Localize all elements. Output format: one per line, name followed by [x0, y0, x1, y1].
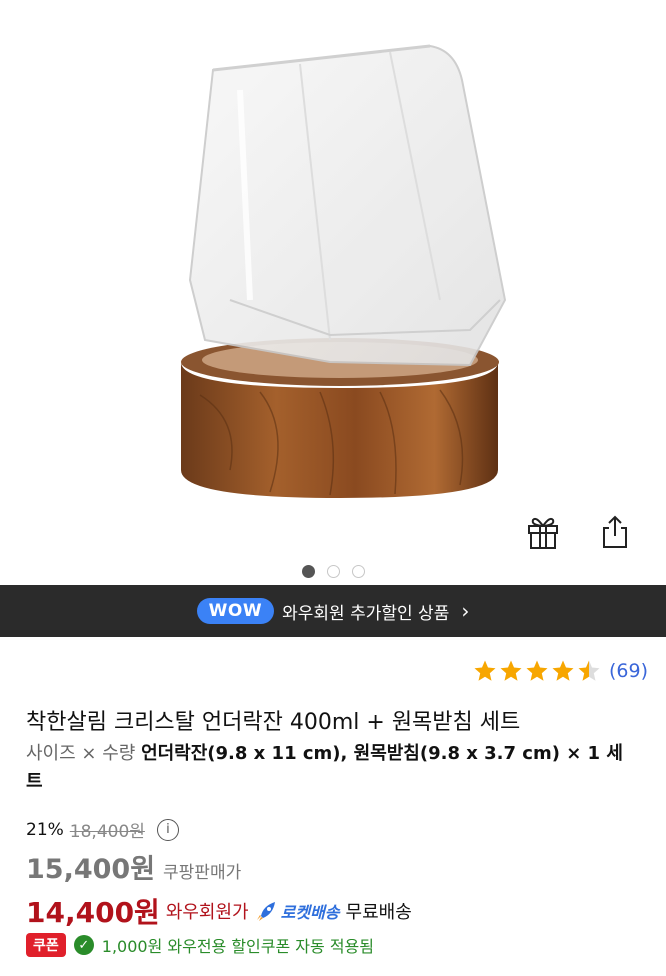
coupon-badge: 쿠폰	[26, 933, 66, 957]
wow-banner-text: 와우회원 추가할인 상품	[282, 603, 450, 624]
sale-price-row: 15,400원 쿠팡판매가	[26, 847, 241, 886]
wow-member-banner[interactable]: WOW 와우회원 추가할인 상품 ›	[0, 585, 666, 637]
product-title: 착한살림 크리스탈 언더락잔 400ml + 원목받침 세트	[26, 710, 521, 735]
rocket-delivery-badge: 로켓배송	[255, 899, 340, 923]
product-option[interactable]: 사이즈 × 수량 언더락잔(9.8 x 11 cm), 원목받침(9.8 x 3…	[26, 740, 636, 796]
coupon-text: 1,000원 와우전용 할인쿠폰 자동 적용됨	[101, 937, 374, 956]
carousel-dot[interactable]	[301, 565, 315, 578]
star-icon	[500, 660, 522, 681]
sale-price: 15,400원	[26, 854, 156, 885]
sale-price-label: 쿠팡판매가	[163, 863, 242, 883]
product-image	[181, 44, 507, 498]
rocket-delivery-label: 로켓배송	[280, 903, 340, 922]
check-icon: ✓	[73, 935, 94, 955]
coupon-row[interactable]: 쿠폰 ✓ 1,000원 와우전용 할인쿠폰 자동 적용됨	[26, 933, 374, 957]
half-star-icon	[578, 660, 600, 681]
info-icon[interactable]: i	[156, 818, 179, 841]
share-icon[interactable]	[598, 512, 632, 552]
option-label: 사이즈 × 수량	[26, 743, 136, 764]
wow-price: 14,400원	[26, 896, 160, 929]
discount-rate: 21%	[26, 819, 64, 840]
product-image-area[interactable]	[0, 0, 666, 585]
free-shipping-label: 무료배송	[345, 902, 412, 923]
review-count-link[interactable]: (69)	[609, 660, 648, 682]
wow-badge: WOW	[196, 598, 275, 624]
gift-icon[interactable]	[526, 512, 560, 552]
wow-price-label: 와우회원가	[165, 902, 249, 923]
star-icon	[526, 660, 548, 681]
original-price: 18,400원	[69, 822, 145, 842]
star-icon	[552, 660, 574, 681]
wow-price-row: 14,400원 와우회원가 로켓배송 무료배송	[26, 891, 412, 931]
image-carousel-dots[interactable]	[0, 565, 666, 578]
rocket-icon	[256, 902, 275, 921]
star-icon	[474, 660, 496, 681]
discount-row: 21% 18,400원 i	[26, 817, 179, 842]
rating[interactable]: (69)	[473, 659, 648, 683]
carousel-dot[interactable]	[326, 565, 340, 578]
chevron-right-icon: ›	[461, 599, 470, 623]
carousel-dot[interactable]	[351, 565, 365, 578]
